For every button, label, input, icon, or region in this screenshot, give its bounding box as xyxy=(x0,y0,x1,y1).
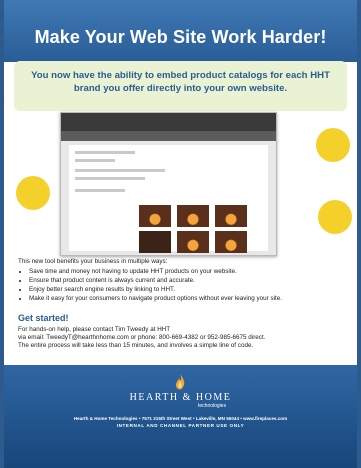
screenshot-line xyxy=(75,169,165,172)
benefit-item: Ensure that product content is always cu… xyxy=(29,277,348,284)
screenshot-content xyxy=(69,145,268,253)
screenshot-top-bar xyxy=(61,113,276,131)
seal-badge-right-top xyxy=(316,128,350,162)
screenshot-thumbnail xyxy=(139,205,171,227)
screenshot-line xyxy=(75,151,135,154)
contact-line: For hands-on help, please contact Tim Tw… xyxy=(18,326,171,333)
brand-logo: HEARTH & HOME xyxy=(129,392,232,403)
website-screenshot-image xyxy=(60,112,277,256)
screenshot-thumbnail xyxy=(177,205,209,227)
screenshot-thumbnail xyxy=(215,231,247,253)
seal-badge-right-bottom xyxy=(318,200,352,234)
get-started-heading: Get started! xyxy=(18,313,69,323)
benefits-lead: This new tool benefits your business in … xyxy=(18,258,168,265)
screenshot-thumbnail xyxy=(177,231,209,253)
footer-address: Hearth & Home Technologies • 7571 215th … xyxy=(73,416,288,421)
contact-details: via email: TweedyT@hearthnhome.com or ph… xyxy=(18,334,266,341)
page-title: Make Your Web Site Work Harder! xyxy=(34,27,327,47)
benefits-list: Save time and money not having to update… xyxy=(18,268,348,302)
screenshot-thumbnail xyxy=(215,205,247,227)
flame-icon xyxy=(176,374,185,390)
screenshot-line xyxy=(75,159,115,162)
screenshot-line xyxy=(75,189,125,192)
seal-badge-left xyxy=(16,176,50,210)
benefits-section: This new tool benefits your business in … xyxy=(18,258,348,304)
intro-text: You now have the ability to embed produc… xyxy=(31,70,330,94)
screenshot-thumbnail xyxy=(139,231,171,253)
screenshot-line xyxy=(75,177,145,180)
process-note: The entire process will take less than 1… xyxy=(18,342,254,349)
brand-sub: technologies xyxy=(198,403,227,409)
screenshot-nav-bar xyxy=(61,131,276,141)
benefit-item: Enjoy better search engine results by li… xyxy=(29,286,348,293)
footer-notice: INTERNAL AND CHANNEL PARTNER USE ONLY xyxy=(116,423,245,428)
benefit-item: Save time and money not having to update… xyxy=(29,268,348,275)
benefit-item: Make it easy for your consumers to navig… xyxy=(29,295,348,302)
get-started-body: For hands-on help, please contact Tim Tw… xyxy=(18,326,348,350)
